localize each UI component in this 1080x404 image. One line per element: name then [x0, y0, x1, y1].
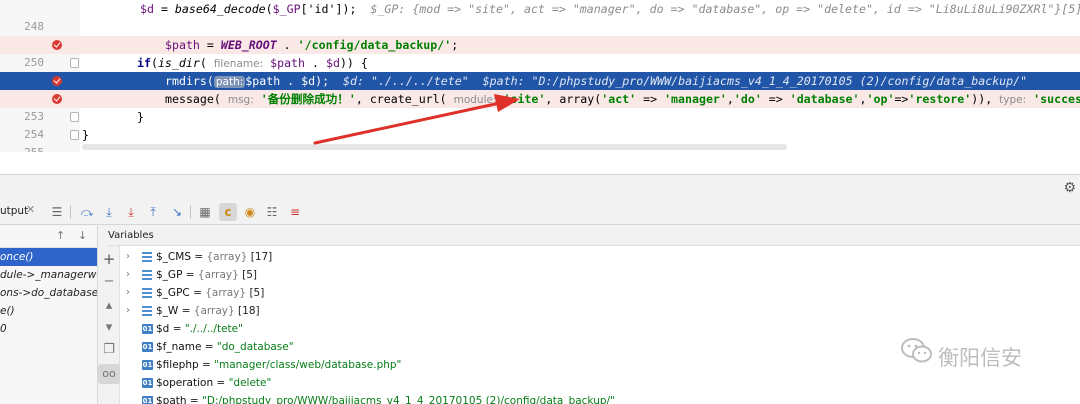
code-editor[interactable]: 248 $d = base64_decode($_GP['id']); $_GP…: [0, 0, 1080, 152]
step-over-icon[interactable]: ⤼: [78, 203, 96, 221]
move-up-icon[interactable]: ▴: [98, 298, 120, 313]
add-watch-icon[interactable]: ≡: [286, 203, 304, 221]
array-icon: [142, 252, 152, 262]
fold-marker-icon[interactable]: [70, 130, 79, 140]
frames-list-icon[interactable]: ☷: [263, 203, 281, 221]
frames-pane: ↑ ↓ once() dule->_managerwe ons->do_data…: [0, 226, 98, 404]
inline-debug-value: $d: "./../../tete": [329, 74, 469, 88]
code-line-251[interactable]: 251 if(is_dir( filename: $path . $d)) {: [0, 54, 1080, 87]
tab-output[interactable]: utput: [0, 205, 28, 217]
value-icon: 01: [142, 324, 153, 334]
code-text: if(is_dir( filename: $path . $d)) {: [137, 56, 368, 70]
watermark-text: 衡阳信安: [938, 346, 1022, 370]
code-line-250[interactable]: 250 $path = WEB_ROOT . '/config/data_bac…: [0, 36, 1080, 69]
frame-up-icon[interactable]: ↑: [56, 229, 65, 242]
frame-item[interactable]: e(): [0, 302, 97, 320]
add-icon[interactable]: +: [98, 250, 120, 268]
chevron-right-icon[interactable]: ›: [126, 302, 130, 320]
watch-icon[interactable]: ◉: [241, 203, 259, 221]
horizontal-scrollbar[interactable]: [82, 144, 787, 150]
fold-marker-icon[interactable]: [70, 112, 79, 122]
parameter-hint: msg:: [227, 94, 254, 106]
array-icon: [142, 288, 152, 298]
code-line-255[interactable]: 255 }: [0, 126, 1080, 152]
value-icon: 01: [142, 342, 153, 352]
code-text: $path = WEB_ROOT . '/config/data_backup/…: [165, 38, 459, 52]
fold-marker-icon[interactable]: [70, 58, 79, 68]
tab-close-icon[interactable]: ✕: [26, 203, 35, 216]
breakpoint-icon[interactable]: [52, 76, 62, 86]
force-step-into-icon[interactable]: ⤓: [122, 203, 140, 221]
watermark: 衡阳信安: [900, 336, 1022, 376]
code-text: rmdirs(path: $path . $d); $d: "./../../te…: [165, 74, 1028, 88]
code-text: }: [82, 128, 89, 142]
code-line-248[interactable]: 248 $d = base64_decode($_GP['id']); $_GP…: [0, 0, 1080, 33]
inline-debug-value: $_GP: {mod => "site", act => "manager", …: [356, 2, 1080, 16]
code-text: }: [137, 110, 144, 124]
parameter-hint: filename:: [213, 58, 264, 70]
code-line-252-current[interactable]: 252 rmdirs(path:$path . $d); $d: "./../.…: [0, 72, 1080, 105]
chevron-right-icon[interactable]: ›: [126, 284, 130, 302]
code-text: $d = base64_decode($_GP['id']); $_GP: {m…: [140, 0, 1080, 18]
show-execution-point-icon[interactable]: ☰: [48, 203, 66, 221]
run-to-cursor-icon[interactable]: ↘: [168, 203, 186, 221]
code-line-254[interactable]: 254 }: [0, 108, 1080, 141]
wechat-logo-icon: [901, 338, 932, 363]
inline-values-toggle-icon[interactable]: oo: [98, 364, 120, 384]
chevron-right-icon[interactable]: ›: [126, 248, 130, 266]
code-line-253[interactable]: 253 message( msg: '备份删除成功！', create_url(…: [0, 90, 1080, 123]
toolbar-separator: [70, 205, 71, 219]
chevron-right-icon[interactable]: ›: [126, 266, 130, 284]
debug-toolbar: utput ✕ ☰ ⤼ ⤓ ⤓ ⤒ ↘ ▦ c ◉ ☷ ≡: [0, 199, 1080, 225]
variables-header: Variables: [108, 226, 1080, 246]
inline-debug-value: $path: "D:/phpstudy_pro/WWW/baijiacms_v4…: [468, 74, 1028, 88]
toolbar-separator: [190, 205, 191, 219]
copy-icon[interactable]: ❐: [98, 342, 120, 357]
frame-item[interactable]: ons->do_database(): [0, 284, 97, 302]
breakpoint-icon[interactable]: [52, 40, 62, 50]
settings-gear-icon[interactable]: ⚙: [1063, 180, 1076, 196]
value-icon: 01: [142, 360, 153, 370]
variables-pane: Variables › $_CMS = {array} [17] › $_GP …: [108, 226, 1080, 404]
frame-down-icon[interactable]: ↓: [78, 229, 87, 242]
parameter-hint: path:: [213, 76, 246, 88]
step-into-icon[interactable]: ⤓: [100, 203, 118, 221]
step-out-icon[interactable]: ⤒: [144, 203, 162, 221]
parameter-hint: module:: [453, 94, 497, 106]
code-line-249[interactable]: 249: [0, 18, 1080, 51]
array-icon: [142, 306, 152, 316]
frames-header: ↑ ↓: [0, 226, 97, 248]
array-icon: [142, 270, 152, 280]
value-icon: 01: [142, 396, 153, 404]
move-down-icon[interactable]: ▾: [98, 320, 120, 335]
variables-side-toolbar: + − ▴ ▾ ❐ oo: [98, 226, 120, 404]
remove-icon[interactable]: −: [98, 274, 120, 289]
frame-item[interactable]: dule->_managerwe: [0, 266, 97, 284]
parameter-hint: type:: [999, 94, 1027, 106]
frame-item[interactable]: once(): [0, 248, 97, 266]
frame-item[interactable]: 0: [0, 320, 97, 338]
value-icon: 01: [142, 378, 153, 388]
constants-toggle-icon[interactable]: c: [219, 203, 237, 221]
evaluate-expression-icon[interactable]: ▦: [196, 203, 214, 221]
code-text: message( msg: '备份删除成功！', create_url( mod…: [165, 92, 1080, 106]
breakpoint-icon[interactable]: [52, 94, 62, 104]
